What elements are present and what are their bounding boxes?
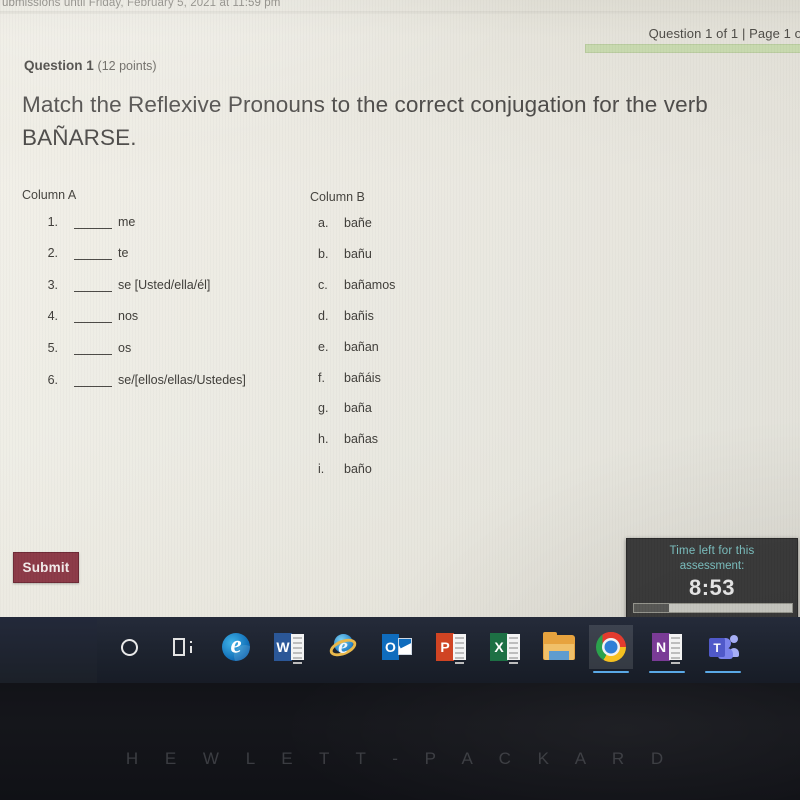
match-row-index: 4. <box>47 309 58 323</box>
question-number: Question 1 <box>24 58 94 73</box>
word-icon[interactable]: W <box>267 625 311 669</box>
match-answer-blank[interactable] <box>74 291 112 292</box>
windows-taskbar[interactable]: W e O P X <box>97 617 800 683</box>
quiz-progress-bar <box>585 44 800 53</box>
match-answer-blank[interactable] <box>74 354 112 355</box>
match-row-text: os <box>118 341 132 355</box>
option-letter: b. <box>318 247 329 261</box>
option-letter: d. <box>318 309 329 323</box>
match-answer-blank[interactable] <box>74 322 112 323</box>
match-row-index: 3. <box>47 278 58 292</box>
timer-progress-fill <box>634 604 669 612</box>
option-text: bañu <box>344 247 372 261</box>
match-row-index: 2. <box>47 246 58 260</box>
laptop-bezel <box>0 683 800 800</box>
option-letter: e. <box>318 340 329 354</box>
microsoft-edge-icon[interactable] <box>214 625 258 669</box>
excel-icon[interactable]: X <box>483 625 527 669</box>
option-text: bañamos <box>344 278 396 292</box>
match-answer-blank[interactable] <box>74 228 112 229</box>
match-row-text: nos <box>118 309 139 323</box>
outlook-letter: O <box>382 634 399 660</box>
timer-remaining-value: 8:53 <box>688 575 736 600</box>
match-row-text: se [Usted/ella/él] <box>118 278 211 292</box>
match-row-text: te <box>118 246 129 260</box>
outlook-icon[interactable]: O <box>375 625 419 669</box>
match-row-index: 5. <box>47 341 58 355</box>
quiz-page: ubmissions until Friday, February 5, 202… <box>0 0 800 619</box>
option-letter: a. <box>318 216 329 230</box>
file-explorer-icon[interactable] <box>537 625 581 669</box>
match-row-text: se/[ellos/ellas/Ustedes] <box>118 373 246 387</box>
match-row-index: 6. <box>47 373 58 387</box>
question-prompt: Match the Reflexive Pronouns to the corr… <box>22 92 708 150</box>
timer-progress-bar <box>633 603 793 613</box>
onenote-letter: N <box>652 633 670 661</box>
taskbar-left-edge <box>0 617 97 683</box>
chrome-icon[interactable] <box>589 625 633 673</box>
timer-label-line2: assessment: <box>679 560 745 572</box>
option-text: baño <box>344 462 372 476</box>
option-letter: h. <box>318 432 329 446</box>
option-text: bañáis <box>344 371 381 385</box>
option-text: bañe <box>344 216 372 230</box>
onenote-icon[interactable]: N <box>645 625 689 673</box>
match-answer-blank[interactable] <box>74 386 112 387</box>
teams-icon[interactable]: T <box>701 625 745 673</box>
option-text: bañan <box>344 340 379 354</box>
teams-active-indicator <box>705 670 741 673</box>
excel-letter: X <box>490 633 508 661</box>
teams-letter: T <box>709 638 725 657</box>
option-letter: f. <box>318 371 325 385</box>
powerpoint-letter: P <box>436 633 454 661</box>
match-row-text: me <box>118 215 136 229</box>
chrome-active-indicator <box>593 670 629 673</box>
match-row-index: 1. <box>47 215 58 229</box>
word-letter: W <box>274 633 292 661</box>
internet-explorer-icon[interactable]: e <box>321 625 365 669</box>
option-letter: i. <box>318 462 325 476</box>
powerpoint-icon[interactable]: P <box>429 625 473 669</box>
task-view-icon[interactable] <box>159 625 203 669</box>
option-letter: g. <box>318 401 329 415</box>
question-progress-status: Question 1 of 1 | Page 1 o <box>648 26 800 41</box>
option-letter: c. <box>318 278 328 292</box>
assessment-timer-panel: Time left for this assessment: 8:53 <box>626 538 798 619</box>
option-text: bañis <box>344 309 374 323</box>
cortana-icon[interactable] <box>107 625 151 669</box>
match-answer-blank[interactable] <box>74 259 112 260</box>
laptop-screen-photo: ubmissions until Friday, February 5, 202… <box>0 0 800 800</box>
question-points: (12 points) <box>97 59 157 73</box>
onenote-active-indicator <box>649 670 685 673</box>
option-text: bañas <box>344 432 379 446</box>
device-brand-label: H E W L E T T - P A C K A R D <box>125 749 675 768</box>
submission-deadline-text: ubmissions until Friday, February 5, 202… <box>2 0 281 9</box>
question-label: Question 1 (12 points) <box>24 58 157 73</box>
column-a-header: Column A <box>22 188 77 202</box>
timer-label-line1: Time left for this <box>669 545 755 557</box>
option-text: baña <box>344 401 372 415</box>
submit-button[interactable]: Submit <box>13 552 79 583</box>
column-b-header: Column B <box>310 190 365 204</box>
